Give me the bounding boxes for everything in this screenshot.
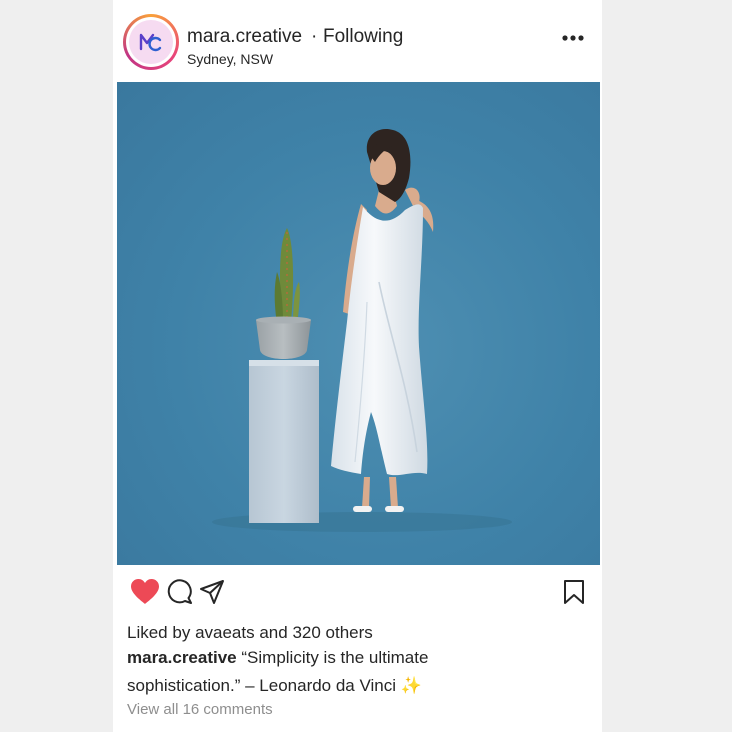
view-comments-link[interactable]: View all 16 comments <box>127 700 273 720</box>
pedestal <box>249 360 319 523</box>
post-header: mara.creative · Following Sydney, NSW <box>113 0 602 80</box>
post-card: mara.creative · Following Sydney, NSW Li… <box>113 0 602 732</box>
liked-by-user[interactable]: avaeats <box>195 623 255 642</box>
post-image[interactable] <box>117 82 600 565</box>
cactus <box>274 228 300 324</box>
post-location[interactable]: Sydney, NSW <box>187 50 273 68</box>
mc-monogram-logo <box>139 33 162 52</box>
caption-username[interactable]: mara.creative <box>127 648 237 667</box>
likes-prefix: Liked by <box>127 623 191 642</box>
separator-dot: · <box>311 26 318 47</box>
post-username[interactable]: mara.creative <box>187 26 302 48</box>
post-actions <box>113 570 602 614</box>
comment-icon[interactable] <box>167 579 193 605</box>
post-photo-illustration <box>212 128 512 532</box>
heart-icon[interactable] <box>130 578 160 605</box>
likes-others[interactable]: 320 others <box>292 623 372 642</box>
sparkles-emoji: ✨ <box>400 676 422 695</box>
model-figure <box>331 128 434 512</box>
avatar[interactable] <box>123 14 179 70</box>
more-horizontal-icon[interactable] <box>562 34 584 42</box>
likes-summary: Liked by avaeats and 320 others <box>127 622 373 644</box>
bookmark-icon[interactable] <box>563 579 585 605</box>
paper-plane-icon[interactable] <box>199 579 225 605</box>
following-status[interactable]: Following <box>323 26 403 48</box>
likes-conjunction: and <box>259 623 288 642</box>
post-caption: mara.creative “Simplicity is the ultimat… <box>127 644 527 700</box>
plant-pot <box>256 320 311 359</box>
